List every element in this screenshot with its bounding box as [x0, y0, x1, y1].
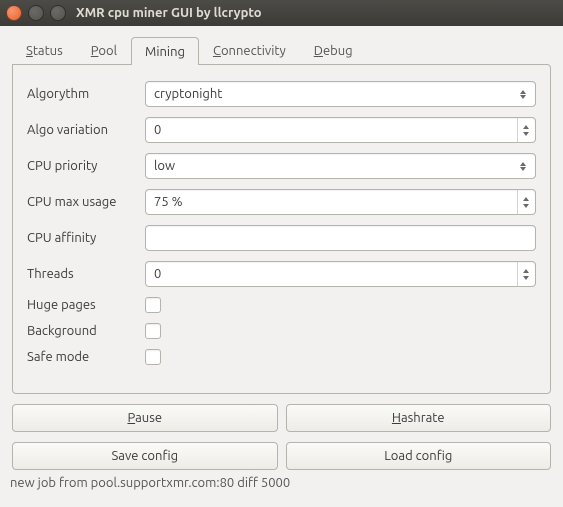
cpu-priority-label: CPU priority: [27, 159, 145, 173]
tab-bar: Status Pool Mining Connectivity Debug: [12, 36, 551, 64]
cpu-max-usage-label: CPU max usage: [27, 195, 145, 209]
close-icon[interactable]: [6, 5, 22, 21]
tab-status[interactable]: Status: [12, 36, 77, 64]
window-title: XMR cpu miner GUI by llcrypto: [76, 6, 262, 20]
tab-pool[interactable]: Pool: [77, 36, 131, 64]
spinner-arrows-icon: [517, 118, 529, 142]
load-config-label: Load config: [384, 449, 452, 463]
load-config-button[interactable]: Load config: [286, 442, 552, 470]
pause-button[interactable]: Pause: [12, 404, 278, 432]
algo-variation-spin[interactable]: 0: [145, 117, 536, 143]
safe-mode-label: Safe mode: [27, 350, 145, 364]
threads-value: 0: [154, 267, 517, 281]
combo-arrows-icon: [517, 90, 529, 99]
tab-mining[interactable]: Mining: [131, 37, 199, 65]
threads-label: Threads: [27, 267, 145, 281]
cpu-max-usage-spin[interactable]: 75 %: [145, 189, 536, 215]
tab-debug-rest: ebug: [323, 44, 353, 58]
status-text: new job from pool.supportxmr.com:80 diff…: [10, 476, 290, 490]
algorythm-combo[interactable]: cryptonight: [145, 81, 536, 107]
titlebar: XMR cpu miner GUI by llcrypto: [0, 0, 563, 26]
algo-variation-value: 0: [154, 123, 517, 137]
cpu-affinity-input[interactable]: [145, 225, 536, 251]
threads-spin[interactable]: 0: [145, 261, 536, 287]
minimize-icon[interactable]: [28, 5, 44, 21]
spinner-arrows-icon: [517, 262, 529, 286]
combo-arrows-icon: [517, 162, 529, 171]
tab-debug[interactable]: Debug: [300, 36, 367, 64]
tab-connectivity[interactable]: Connectivity: [199, 36, 300, 64]
spinner-arrows-icon: [517, 190, 529, 214]
background-label: Background: [27, 324, 145, 338]
algorythm-value: cryptonight: [154, 87, 517, 101]
cpu-priority-combo[interactable]: low: [145, 153, 536, 179]
cpu-affinity-label: CPU affinity: [27, 231, 145, 245]
hashrate-button[interactable]: Hashrate: [286, 404, 552, 432]
tab-status-rest: tatus: [33, 44, 63, 58]
tab-mining-label: Mining: [145, 45, 185, 59]
huge-pages-checkbox[interactable]: [145, 297, 161, 313]
background-checkbox[interactable]: [145, 323, 161, 339]
tab-pool-rest: ool: [98, 44, 117, 58]
algo-variation-label: Algo variation: [27, 123, 145, 137]
save-config-button[interactable]: Save config: [12, 442, 278, 470]
huge-pages-label: Huge pages: [27, 298, 145, 312]
status-bar: new job from pool.supportxmr.com:80 diff…: [0, 470, 563, 496]
save-config-label: Save config: [111, 449, 178, 463]
safe-mode-checkbox[interactable]: [145, 349, 161, 365]
tab-connectivity-rest: onnectivity: [221, 44, 286, 58]
mining-pane: Algorythm cryptonight Algo variation 0 C…: [12, 64, 551, 394]
cpu-max-usage-value: 75 %: [154, 195, 517, 209]
algorythm-label: Algorythm: [27, 87, 145, 101]
maximize-icon[interactable]: [50, 5, 66, 21]
cpu-priority-value: low: [154, 159, 517, 173]
